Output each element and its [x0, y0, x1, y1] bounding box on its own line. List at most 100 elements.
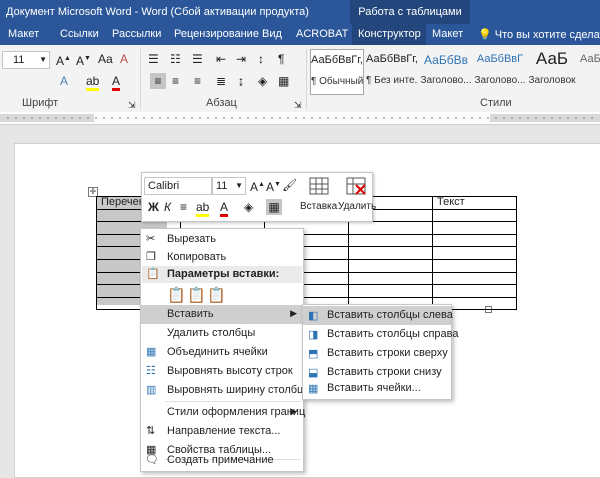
- style-name: ¶ Обычный: [311, 76, 363, 87]
- style-preview: АаБ: [535, 49, 569, 68]
- context-menu: ✂ Вырезать ❐ Копировать 📋 Параметры вста…: [140, 228, 315, 472]
- style-subtitle[interactable]: АаБбВвГ: [580, 49, 600, 93]
- paste-merge-formatting-icon[interactable]: 📋: [187, 286, 206, 304]
- tab-table-layout[interactable]: Макет: [426, 24, 470, 45]
- table-cell[interactable]: [348, 246, 433, 260]
- tab-view[interactable]: Вид: [262, 28, 282, 40]
- change-case-icon[interactable]: Aa: [98, 51, 113, 67]
- borders-icon[interactable]: ▦: [278, 73, 289, 89]
- table-cell[interactable]: [348, 221, 433, 235]
- menu-item-new-comment[interactable]: 🗨 Создать примечание: [141, 451, 303, 470]
- style-title[interactable]: АаБ Заголовок: [526, 49, 578, 93]
- text-effects-icon[interactable]: A: [60, 73, 68, 89]
- font-size-box[interactable]: 11 ▼: [212, 177, 246, 195]
- borders-icon[interactable]: ▦: [266, 199, 282, 215]
- submenu-item-insert-rows-above[interactable]: ⬒ Вставить строки сверху: [303, 344, 451, 363]
- shrink-font-icon[interactable]: A▼: [266, 177, 281, 195]
- tab-references[interactable]: Ссылки: [60, 28, 99, 40]
- justify-icon[interactable]: ≣: [216, 73, 226, 89]
- menu-item-copy[interactable]: ❐ Копировать: [141, 248, 303, 267]
- italic-icon[interactable]: К: [164, 199, 171, 215]
- table-cell[interactable]: [432, 208, 517, 223]
- tab-table-design[interactable]: Конструктор: [352, 24, 427, 45]
- tab-layout[interactable]: Макет: [8, 28, 39, 40]
- decrease-indent-icon[interactable]: ⇤: [216, 51, 226, 67]
- grow-font-icon[interactable]: A▲: [250, 177, 265, 195]
- menu-item-text-direction[interactable]: ⇅ Направление текста...: [141, 422, 303, 441]
- tab-mailings[interactable]: Рассылки: [112, 28, 161, 40]
- font-size-value: 11: [13, 54, 25, 66]
- menu-item-insert[interactable]: Вставить ▶: [141, 305, 303, 324]
- shading-icon[interactable]: ◈: [258, 73, 267, 89]
- menu-item-border-styles[interactable]: Стили оформления границ ▶: [141, 403, 305, 422]
- style-heading-2[interactable]: АаБбВвГ Заголово...: [474, 49, 526, 93]
- font-name-box[interactable]: Calibri (Осно: [144, 177, 212, 195]
- tab-acrobat[interactable]: ACROBAT: [296, 28, 348, 40]
- submenu-item-insert-columns-right[interactable]: ◨ Вставить столбцы справа: [303, 325, 458, 344]
- insert-columns-left-icon: ◧: [308, 310, 319, 322]
- clear-formatting-icon[interactable]: A: [120, 51, 128, 67]
- tab-review[interactable]: Рецензирование: [174, 28, 259, 40]
- font-color-icon[interactable]: A: [220, 199, 229, 217]
- format-painter-icon[interactable]: 🖌: [282, 177, 297, 193]
- submenu-item-label: Вставить столбцы справа: [327, 328, 459, 340]
- group-label-styles: Стили: [480, 97, 512, 109]
- table-cell[interactable]: [348, 271, 433, 286]
- bold-icon[interactable]: Ж: [148, 199, 159, 215]
- numbering-icon[interactable]: ☷: [170, 51, 181, 67]
- table-cell[interactable]: [432, 233, 517, 248]
- table-cell[interactable]: [348, 233, 433, 248]
- insert-rows-above-icon: ⬒: [308, 348, 319, 360]
- table-cell[interactable]: [432, 221, 517, 235]
- grow-font-icon[interactable]: A▲: [56, 51, 71, 69]
- line-spacing-icon[interactable]: ↨: [238, 73, 244, 89]
- style-heading-1[interactable]: АаБбВв Заголово...: [420, 49, 472, 93]
- show-marks-icon[interactable]: ¶: [278, 51, 284, 67]
- shading-icon[interactable]: ◈: [244, 199, 253, 215]
- font-size-box[interactable]: 11 ▼: [2, 51, 50, 69]
- horizontal-ruler[interactable]: [0, 112, 600, 125]
- menu-item-distribute-columns[interactable]: ▥ Выровнять ширину столбцов: [141, 381, 315, 400]
- align-left-icon[interactable]: ≡: [150, 73, 166, 89]
- menu-item-label: Копировать: [167, 251, 227, 263]
- table-cell[interactable]: [432, 271, 517, 286]
- font-color-icon[interactable]: A: [112, 73, 121, 91]
- menu-item-label: Выровнять высоту строк: [167, 365, 293, 377]
- table-cell[interactable]: [432, 284, 517, 298]
- dialog-launcher-icon[interactable]: ⇲: [128, 97, 136, 113]
- table-cell[interactable]: [432, 246, 517, 260]
- table-cell[interactable]: [432, 258, 517, 273]
- style-preview: АаБбВв: [424, 53, 468, 67]
- menu-item-cut[interactable]: ✂ Вырезать: [141, 230, 303, 249]
- highlight-icon[interactable]: ab: [196, 199, 210, 217]
- tell-me-box[interactable]: 💡 Что вы хотите сделать?: [478, 28, 600, 41]
- menu-item-distribute-rows[interactable]: ☷ Выровнять высоту строк: [141, 362, 303, 381]
- paste-keep-formatting-icon[interactable]: 📋: [167, 286, 186, 304]
- multilevel-list-icon[interactable]: ☰: [192, 51, 203, 67]
- center-icon[interactable]: ≡: [180, 199, 187, 215]
- increase-indent-icon[interactable]: ⇥: [236, 51, 246, 67]
- table-cell[interactable]: [348, 284, 433, 298]
- bullets-icon[interactable]: ☰: [148, 51, 159, 67]
- highlight-icon[interactable]: ab: [86, 73, 100, 91]
- align-right-icon[interactable]: ≡: [194, 73, 201, 89]
- sort-icon[interactable]: ↕: [258, 51, 264, 67]
- scissors-icon: ✂: [146, 233, 156, 245]
- menu-item-delete-columns[interactable]: Удалить столбцы: [141, 324, 303, 343]
- table-cell[interactable]: Текст: [432, 196, 517, 210]
- submenu-item-insert-columns-left[interactable]: ◧ Вставить столбцы слева: [303, 306, 453, 325]
- delete-button[interactable]: Удалить: [338, 175, 376, 219]
- align-center-icon[interactable]: ≡: [172, 73, 179, 89]
- style-no-spacing[interactable]: АаБбВвГг, ¶ Без инте...: [366, 49, 418, 93]
- submenu-item-insert-cells[interactable]: ▦ Вставить ячейки...: [303, 379, 451, 398]
- insert-cells-icon: ▦: [308, 383, 319, 395]
- menu-separator: [165, 401, 301, 402]
- paste-text-only-icon[interactable]: 📋: [207, 286, 226, 304]
- style-normal[interactable]: АаБбВвГг, ¶ Обычный: [310, 49, 364, 95]
- menu-item-merge-cells[interactable]: ▦ Объединить ячейки: [141, 343, 303, 362]
- dialog-launcher-icon[interactable]: ⇲: [294, 97, 302, 113]
- insert-button[interactable]: Вставка: [300, 175, 338, 219]
- table-cell[interactable]: [348, 258, 433, 273]
- shrink-font-icon[interactable]: A▼: [76, 51, 91, 69]
- style-preview: АаБбВвГ: [580, 53, 600, 65]
